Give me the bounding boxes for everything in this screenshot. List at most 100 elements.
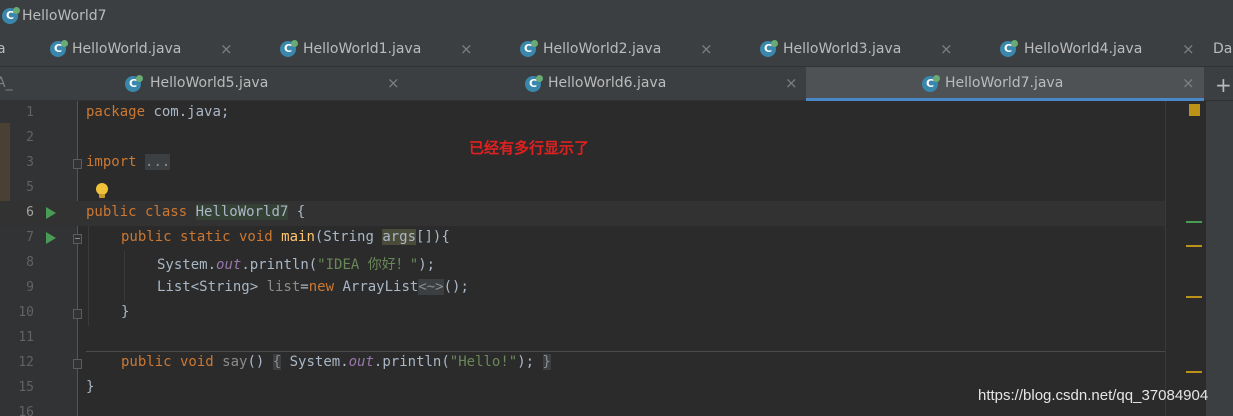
static-field: out — [216, 257, 242, 273]
tab-helloworld2[interactable]: C HelloWorld2.java × — [495, 33, 735, 67]
tab-label: HelloWorld4.java — [1024, 41, 1143, 57]
tab-helloworld5[interactable]: C HelloWorld5.java × — [10, 67, 410, 101]
run-icon[interactable] — [46, 232, 56, 244]
keyword: public static void — [121, 229, 273, 245]
fold-icon[interactable] — [73, 234, 82, 244]
tab-label: HelloWorld5.java — [150, 75, 269, 91]
close-icon[interactable]: × — [387, 74, 400, 92]
stripe-mark-green[interactable] — [1186, 221, 1202, 223]
java-class-icon: C — [50, 40, 68, 57]
code-text: public class HelloWorld7 { — [86, 204, 305, 220]
fold-brace[interactable]: } — [542, 354, 551, 370]
close-icon[interactable]: × — [785, 74, 798, 92]
code-token: com.java; — [145, 104, 230, 120]
java-class-icon: C — [280, 40, 298, 57]
line-number: 6 — [26, 205, 34, 220]
code-line-11: 11 — [0, 326, 1165, 351]
line-number: 5 — [26, 180, 34, 195]
code-token: (); — [443, 279, 469, 295]
fold-icon[interactable] — [73, 309, 82, 319]
line-number: 2 — [26, 130, 34, 145]
unused-variable: list — [266, 279, 301, 295]
lightbulb-icon[interactable] — [96, 183, 108, 199]
code-token: = — [300, 279, 309, 295]
editor-tab-row-1: a C HelloWorld.java × C HelloWorld1.java… — [0, 33, 1233, 67]
diamond-fold[interactable]: <~> — [418, 279, 444, 295]
java-class-icon: C — [525, 75, 543, 92]
line-number: 10 — [18, 305, 34, 320]
string-literal: "Hello!" — [449, 354, 518, 370]
close-icon[interactable]: × — [220, 40, 233, 58]
code-line-6: 6 public class HelloWorld7 { — [0, 201, 1165, 226]
code-token: () — [247, 354, 273, 370]
tab-helloworld6[interactable]: C HelloWorld6.java × — [410, 67, 806, 101]
code-token: ); — [517, 354, 535, 370]
java-class-icon: C — [125, 75, 143, 92]
right-tool-panel — [1206, 101, 1233, 416]
tab-helloworld[interactable]: C HelloWorld.java × — [40, 33, 255, 67]
string-literal: "IDEA 你好！" — [317, 257, 419, 273]
watermark-url: https://blog.csdn.net/qq_37084904 — [978, 387, 1209, 404]
parameter-name: args — [382, 229, 417, 245]
warning-status-icon[interactable] — [1189, 104, 1200, 116]
tab-row-right-edge[interactable]: Da — [1213, 41, 1232, 57]
code-token: []){ — [416, 229, 450, 245]
line-number: 3 — [26, 155, 34, 170]
code-text: import ... — [86, 154, 171, 170]
stripe-mark-warning[interactable] — [1186, 245, 1202, 247]
java-class-icon: C — [1000, 40, 1018, 57]
line-number: 9 — [26, 280, 34, 295]
fold-icon[interactable] — [73, 359, 82, 369]
bulb-base — [99, 194, 105, 198]
code-text: public static void main(String args[]){ — [121, 229, 450, 245]
java-class-icon: C — [760, 40, 778, 57]
tab-helloworld4[interactable]: C HelloWorld4.java × — [975, 33, 1205, 67]
folded-imports[interactable]: ... — [145, 154, 171, 170]
stripe-mark-warning[interactable] — [1186, 296, 1202, 298]
line-number: 11 — [18, 330, 34, 345]
code-text: } — [121, 304, 130, 320]
tab-helloworld7[interactable]: C HelloWorld7.java × — [806, 67, 1204, 101]
line-number: 8 — [26, 255, 34, 270]
overlay-annotation: 已经有多行显示了 — [469, 139, 590, 157]
tab-label: HelloWorld3.java — [783, 41, 902, 57]
add-icon[interactable]: + — [1215, 73, 1232, 97]
java-class-icon: C — [922, 75, 940, 92]
code-token: System. — [157, 257, 217, 273]
code-editor[interactable]: 1 package com.java; 2 3 import ... 5 6 p… — [0, 101, 1233, 416]
fold-brace[interactable]: { — [272, 354, 282, 370]
right-margin-guide — [1165, 101, 1166, 416]
keyword: import — [86, 154, 137, 170]
tab-label: HelloWorld7.java — [945, 75, 1064, 91]
code-text: } — [86, 379, 95, 395]
error-stripe[interactable] — [1180, 101, 1206, 416]
code-token: List<String> — [157, 279, 267, 295]
stripe-mark-warning[interactable] — [1186, 371, 1202, 373]
method-name: main — [281, 229, 315, 245]
close-icon[interactable]: × — [1182, 74, 1195, 92]
keyword: public class — [86, 204, 188, 220]
line-number: 15 — [18, 380, 34, 395]
tab-helloworld3[interactable]: C HelloWorld3.java × — [735, 33, 975, 67]
code-line-9: 9 List<String> list=new ArrayList<~>(); — [0, 276, 1165, 301]
code-line-8: 8 System.out.println("IDEA 你好！"); — [0, 251, 1165, 276]
code-line-12: 12 public void say() { System.out.printl… — [0, 351, 1165, 376]
close-icon[interactable]: × — [1182, 40, 1195, 58]
keyword: public void — [121, 354, 214, 370]
tab-label: HelloWorld2.java — [543, 41, 662, 57]
method-name: say — [222, 354, 248, 370]
window-title: HelloWorld7 — [22, 8, 107, 24]
close-icon[interactable]: × — [940, 40, 953, 58]
run-icon[interactable] — [46, 207, 56, 219]
code-token: ArrayList — [334, 279, 419, 295]
tab-helloworld1[interactable]: C HelloWorld1.java × — [255, 33, 495, 67]
class-name: HelloWorld7 — [195, 204, 289, 220]
code-text: List<String> list=new ArrayList<~>(); — [157, 279, 469, 295]
code-text: package com.java; — [86, 104, 229, 120]
close-icon[interactable]: × — [700, 40, 713, 58]
code-text: System.out.println("IDEA 你好！"); — [157, 254, 435, 274]
fold-icon[interactable] — [73, 159, 82, 169]
editor-tab-row-2: A_ C HelloWorld5.java × C HelloWorld6.ja… — [0, 67, 1233, 101]
close-icon[interactable]: × — [460, 40, 473, 58]
code-line-1: 1 package com.java; — [0, 101, 1165, 126]
